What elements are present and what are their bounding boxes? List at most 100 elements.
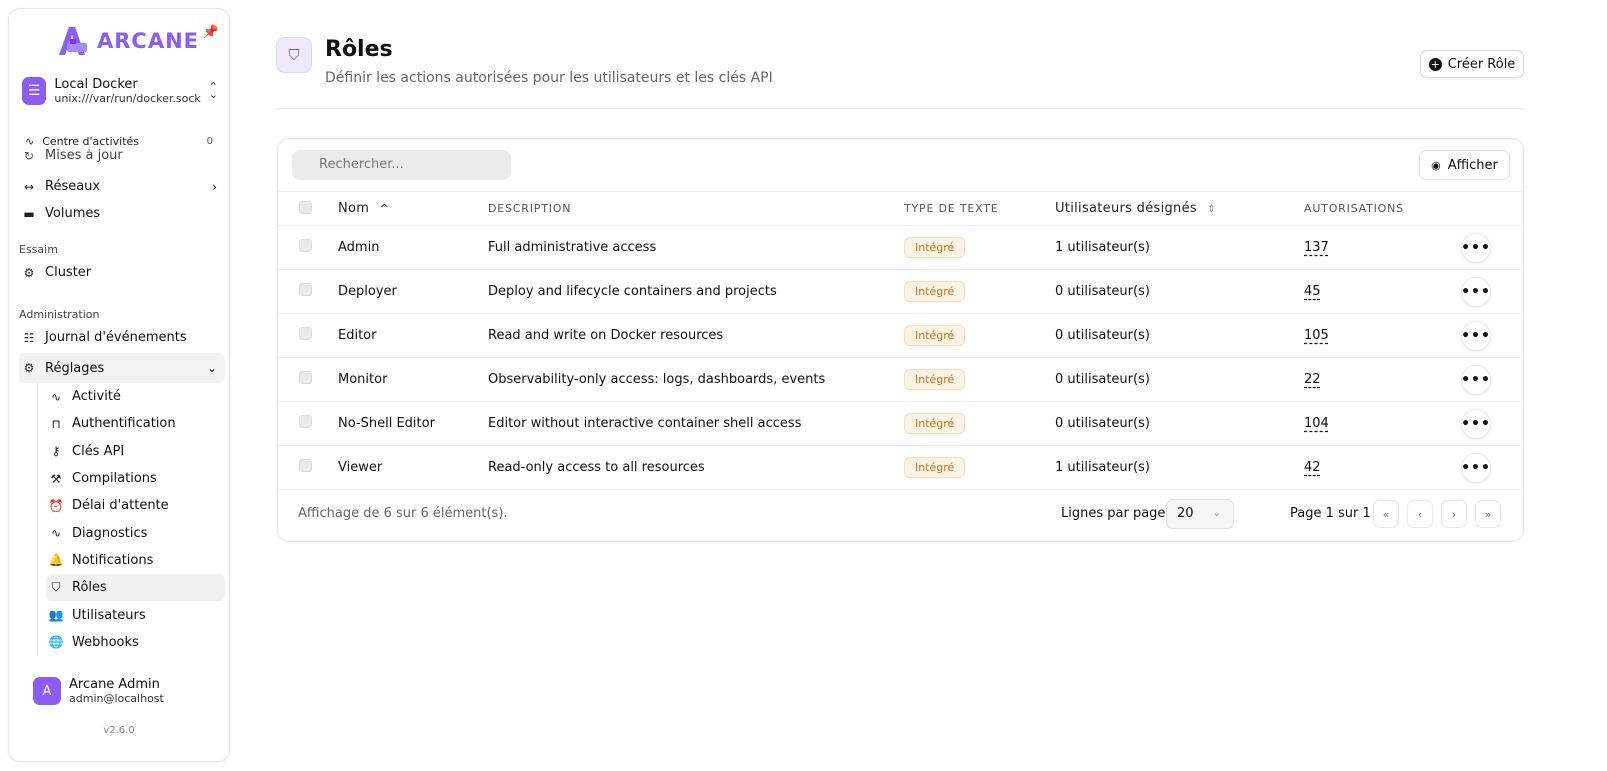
first-page-button[interactable]: «	[1373, 500, 1399, 528]
sidebar-item-label: Mises à jour	[45, 149, 123, 163]
column-name[interactable]: Nom ^	[338, 191, 488, 226]
previous-page-button[interactable]: ‹	[1407, 500, 1433, 528]
sidebar-item-label: Cluster	[45, 265, 92, 280]
sidebar-item-updates[interactable]: ↻ Mises à jour	[19, 149, 225, 163]
row-checkbox[interactable]	[299, 415, 312, 428]
sidebar-item-api-keys[interactable]: ⚷ Clés API	[46, 438, 225, 465]
column-description: DESCRIPTION	[488, 191, 904, 226]
role-permissions-count[interactable]: 105	[1304, 328, 1329, 343]
row-checkbox[interactable]	[299, 371, 312, 384]
row-checkbox[interactable]	[299, 239, 312, 252]
user-email: admin@localhost	[69, 692, 164, 705]
role-assigned-users: 0 utilisateur(s)	[1055, 401, 1304, 446]
role-permissions-cell: 42	[1304, 445, 1459, 490]
pulse-icon: ∿	[50, 526, 62, 541]
chevron-right-icon: ›	[212, 179, 217, 194]
more-actions-button[interactable]: •••	[1461, 276, 1491, 307]
more-actions-button[interactable]: •••	[1461, 320, 1491, 351]
row-actions-cell: •••	[1459, 445, 1523, 490]
rows-per-page-value: 20	[1177, 506, 1194, 521]
refresh-icon: ↻	[23, 149, 35, 163]
last-page-button[interactable]: »	[1475, 500, 1501, 528]
role-permissions-cell: 105	[1304, 313, 1459, 358]
sidebar-item-roles[interactable]: ⛉ Rôles	[46, 574, 225, 602]
rows-per-page-select[interactable]: 20 ⌄	[1166, 499, 1234, 529]
sidebar-item-webhooks[interactable]: 🌐 Webhooks	[46, 629, 225, 656]
user-profile[interactable]: A Arcane Admin admin@localhost	[33, 677, 164, 705]
page-info: Page 1 sur 1	[1290, 506, 1371, 521]
sidebar: ARCANE 📌 ☰ Local Docker unix:///var/run/…	[8, 8, 230, 762]
more-actions-button[interactable]: •••	[1461, 364, 1491, 395]
role-permissions-count[interactable]: 104	[1304, 416, 1329, 431]
network-icon: ↔	[23, 179, 35, 194]
sidebar-item-networks[interactable]: ↔ Réseaux ›	[19, 173, 225, 200]
row-checkbox[interactable]	[299, 283, 312, 296]
sidebar-item-activity[interactable]: ∿ Activité	[46, 383, 225, 410]
list-icon: ☷	[23, 330, 35, 345]
activity-center[interactable]: ∿ Centre d'activités 0	[25, 135, 221, 148]
sidebar-item-diagnostics[interactable]: ∿ Diagnostics	[46, 519, 225, 546]
search-input[interactable]: Rechercher...	[292, 150, 511, 180]
pin-icon[interactable]: 📌	[203, 25, 219, 40]
ellipsis-icon: •••	[1461, 283, 1491, 300]
more-actions-button[interactable]: •••	[1461, 452, 1491, 483]
row-checkbox[interactable]	[299, 459, 312, 472]
sidebar-item-label: Diagnostics	[72, 525, 148, 541]
chevrons-left-icon: «	[1382, 507, 1390, 521]
sidebar-item-label: Clés API	[72, 443, 125, 459]
sidebar-item-builds[interactable]: ⚒ Compilations	[46, 465, 225, 492]
column-label: Utilisateurs désignés	[1055, 201, 1197, 216]
sidebar-item-notifications[interactable]: 🔔 Notifications	[46, 547, 225, 574]
hard-drive-icon: ▬	[23, 206, 35, 221]
role-assigned-users: 0 utilisateur(s)	[1055, 269, 1304, 314]
select-all-checkbox[interactable]	[299, 200, 312, 214]
sidebar-item-cluster[interactable]: ⚙ Cluster	[19, 259, 225, 286]
sidebar-item-users[interactable]: 👥 Utilisateurs	[46, 601, 225, 628]
chevrons-right-icon: »	[1484, 507, 1492, 521]
eye-icon: ◉	[1431, 158, 1441, 172]
column-type: TYPE DE TEXTE	[904, 191, 1055, 226]
column-permissions: AUTORISATIONS	[1304, 191, 1459, 226]
sidebar-item-event-log[interactable]: ☷ Journal d'événements	[19, 324, 225, 351]
ellipsis-icon: •••	[1461, 239, 1491, 256]
arcane-logo-icon	[59, 27, 87, 55]
key-icon: ⚷	[51, 444, 61, 459]
sidebar-item-label: Réseaux	[45, 179, 101, 194]
next-page-button[interactable]: ›	[1441, 500, 1467, 528]
create-role-button[interactable]: + Créer Rôle	[1420, 50, 1524, 78]
role-name: No-Shell Editor	[338, 401, 488, 446]
sidebar-item-authentication[interactable]: ⊓ Authentification	[46, 410, 225, 437]
role-permissions-count[interactable]: 137	[1304, 240, 1329, 255]
role-description: Full administrative access	[488, 225, 904, 270]
role-description: Observability-only access: logs, dashboa…	[488, 357, 904, 402]
more-actions-button[interactable]: •••	[1461, 408, 1491, 439]
role-permissions-cell: 104	[1304, 401, 1459, 446]
more-actions-button[interactable]: •••	[1461, 232, 1491, 263]
role-permissions-count[interactable]: 45	[1304, 284, 1321, 299]
role-type-cell: Intégré	[904, 225, 1055, 270]
column-assigned-users[interactable]: Utilisateurs désignés ⇕	[1055, 191, 1304, 226]
row-actions-cell: •••	[1459, 401, 1523, 446]
chevron-down-icon: ⌄	[206, 361, 217, 375]
sidebar-item-settings[interactable]: ⚙ Réglages ⌄	[19, 353, 225, 383]
view-options-label: Afficher	[1447, 157, 1498, 173]
role-type-badge: Intégré	[904, 369, 966, 390]
row-checkbox[interactable]	[299, 327, 312, 340]
shield-icon: ⛉	[276, 37, 312, 73]
role-permissions-cell: 22	[1304, 357, 1459, 402]
sidebar-item-label: Volumes	[45, 206, 101, 221]
view-options-button[interactable]: ◉ Afficher	[1419, 150, 1510, 180]
sidebar-item-timeout[interactable]: ⏰ Délai d'attente	[46, 492, 225, 519]
role-permissions-count[interactable]: 22	[1304, 372, 1321, 387]
settings-submenu: ∿ Activité ⊓ Authentification ⚷ Clés API ⚒ C…	[37, 383, 225, 656]
role-name: Editor	[338, 313, 488, 358]
activity-count: 0	[206, 136, 213, 147]
sidebar-item-volumes[interactable]: ▬ Volumes	[19, 200, 225, 227]
ellipsis-icon: •••	[1461, 459, 1491, 476]
role-description: Read-only access to all resources	[488, 445, 904, 490]
environment-switcher[interactable]: ☰ Local Docker unix:///var/run/docker.so…	[22, 77, 218, 105]
brand[interactable]: ARCANE	[55, 25, 199, 57]
sidebar-item-label: Notifications	[72, 552, 154, 568]
cog-icon: ⚙	[23, 265, 35, 280]
role-permissions-count[interactable]: 42	[1304, 460, 1321, 475]
